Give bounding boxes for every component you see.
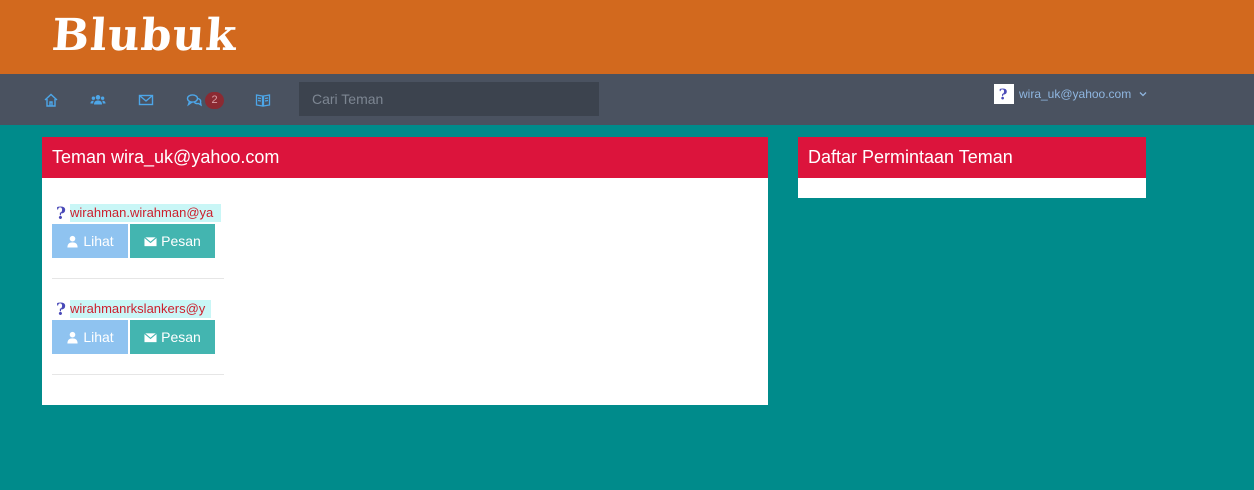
friend-name-link[interactable]: wirahmanrkslankers@y (70, 300, 211, 318)
question-icon: ? (54, 204, 70, 222)
send-message-button[interactable]: Pesan (130, 224, 215, 258)
friend-item: ? wirahman.wirahman@ya (54, 204, 221, 222)
view-label: Lihat (83, 329, 114, 345)
svg-text:?: ? (56, 204, 66, 222)
book-icon[interactable] (253, 90, 273, 110)
message-label: Pesan (161, 233, 201, 249)
friend-requests-panel-title: Daftar Permintaan Teman (798, 137, 1146, 178)
friend-item: ? wirahmanrkslankers@y (54, 300, 211, 318)
divider (52, 278, 224, 279)
envelope-icon (144, 332, 158, 342)
view-profile-button[interactable]: Lihat (52, 320, 128, 354)
site-logo[interactable]: Blubuk (50, 10, 239, 61)
question-icon: ? (54, 300, 70, 318)
home-icon[interactable] (41, 90, 61, 110)
divider (52, 374, 224, 375)
friend-name-link[interactable]: wirahman.wirahman@ya (70, 204, 221, 222)
user-icon (67, 235, 78, 248)
user-avatar: ? (994, 84, 1014, 104)
mail-icon[interactable] (136, 90, 156, 110)
svg-text:?: ? (56, 300, 66, 318)
question-icon: ? (999, 86, 1008, 102)
users-icon[interactable] (88, 90, 108, 110)
friends-panel-title: Teman wira_uk@yahoo.com (42, 137, 768, 178)
search-friends-input[interactable] (299, 82, 599, 116)
user-icon (67, 331, 78, 344)
user-menu[interactable]: ? wira_uk@yahoo.com (994, 84, 1148, 104)
chevron-down-icon (1139, 92, 1147, 97)
view-label: Lihat (83, 233, 114, 249)
friend-requests-panel-body (798, 178, 1146, 198)
envelope-icon (144, 236, 158, 246)
svg-text:?: ? (999, 86, 1008, 102)
chat-count-badge: 2 (205, 92, 224, 109)
top-header: Blubuk (0, 0, 1254, 74)
user-email: wira_uk@yahoo.com (1019, 87, 1132, 101)
message-label: Pesan (161, 329, 201, 345)
send-message-button[interactable]: Pesan (130, 320, 215, 354)
view-profile-button[interactable]: Lihat (52, 224, 128, 258)
chat-icon[interactable] (184, 90, 204, 110)
